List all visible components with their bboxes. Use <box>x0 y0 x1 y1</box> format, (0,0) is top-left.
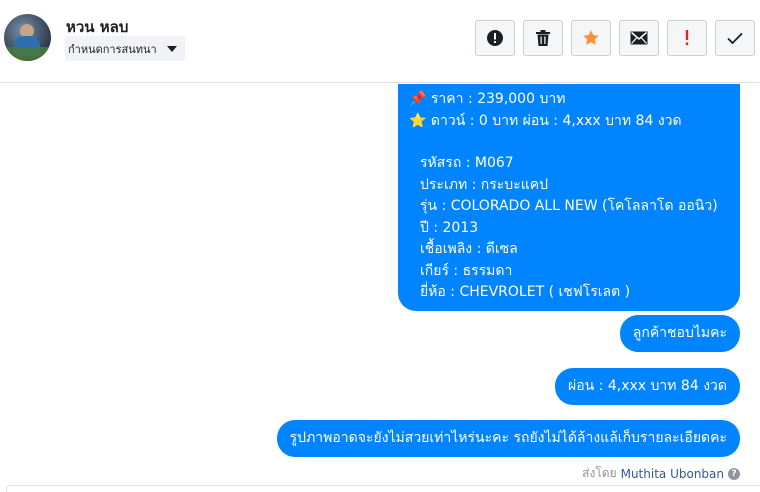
trash-icon <box>536 30 550 46</box>
sent-by-prefix: ส่งโดย <box>582 466 617 480</box>
car-type-line: ประเภท : กระบะแคป <box>420 176 548 193</box>
checkmark-icon <box>727 32 743 44</box>
avatar-ground <box>4 47 51 61</box>
message-bubble[interactable]: ลูกค้าชอบไมคะ <box>619 315 740 352</box>
report-button[interactable] <box>475 20 515 56</box>
message-text: ลูกค้าชอบไมคะ <box>632 324 727 341</box>
delete-button[interactable] <box>523 20 563 56</box>
label-dropdown-text: กำหนดการสนทนา <box>68 42 157 56</box>
reply-composer[interactable] <box>6 485 760 492</box>
exclamation-icon <box>685 30 689 46</box>
down-payment-line: ⭐ ดาวน์ : 0 บาท ผ่อน : 4,xxx บาท 84 งวด <box>409 112 682 129</box>
report-icon <box>487 30 503 46</box>
avatar[interactable] <box>4 14 51 61</box>
message-bubble[interactable]: รูปภาพอาดจะยังไม่สวยเท่าไหร่นะคะ รถยังไม… <box>276 420 740 457</box>
message-bubble-car-details[interactable]: 📌 ราคา : 239,000 บาท ⭐ ดาวน์ : 0 บาท ผ่อ… <box>398 84 740 311</box>
brand-line: ยี่ห้อ : CHEVROLET ( เชฟโรเลต ) <box>420 284 631 300</box>
gear-line: เกียร์ : ธรรมดา <box>420 262 513 279</box>
conversation-header: หวน หลบ กำหนดการสนทนา <box>0 0 760 83</box>
message-text: รูปภาพอาดจะยังไม่สวยเท่าไหร่นะคะ รถยังไม… <box>289 429 727 446</box>
car-code-line: รหัสรถ : M067 <box>420 155 514 171</box>
fuel-line: เชื้อเพลิง : ดีเซล <box>420 241 518 257</box>
conversation-label-dropdown[interactable]: กำหนดการสนทนา <box>65 36 185 61</box>
spam-button[interactable] <box>667 20 707 56</box>
caret-down-icon <box>166 45 177 52</box>
car-year-line: ปี : 2013 <box>420 219 479 236</box>
star-icon <box>583 30 599 45</box>
price-line: 📌 ราคา : 239,000 บาท <box>409 91 566 107</box>
message-text: ผ่อน : 4,xxx บาท 84 งวด <box>568 377 727 394</box>
help-icon[interactable]: ? <box>728 467 740 480</box>
envelope-button[interactable] <box>619 20 659 56</box>
sent-by-label: ส่งโดย Muthita Ubonban ? <box>582 464 740 483</box>
mark-done-button[interactable] <box>715 20 755 56</box>
sender-link[interactable]: Muthita Ubonban <box>621 467 724 481</box>
envelope-icon <box>630 31 648 45</box>
star-button[interactable] <box>571 20 611 56</box>
message-thread: 📌 ราคา : 239,000 บาท ⭐ ดาวน์ : 0 บาท ผ่อ… <box>0 84 760 492</box>
message-bubble[interactable]: ผ่อน : 4,xxx บาท 84 งวด <box>555 368 740 405</box>
action-toolbar <box>475 20 755 56</box>
car-model-line: รุ่น : COLORADO ALL NEW (โคโลลาโด ออนิว) <box>420 198 718 214</box>
